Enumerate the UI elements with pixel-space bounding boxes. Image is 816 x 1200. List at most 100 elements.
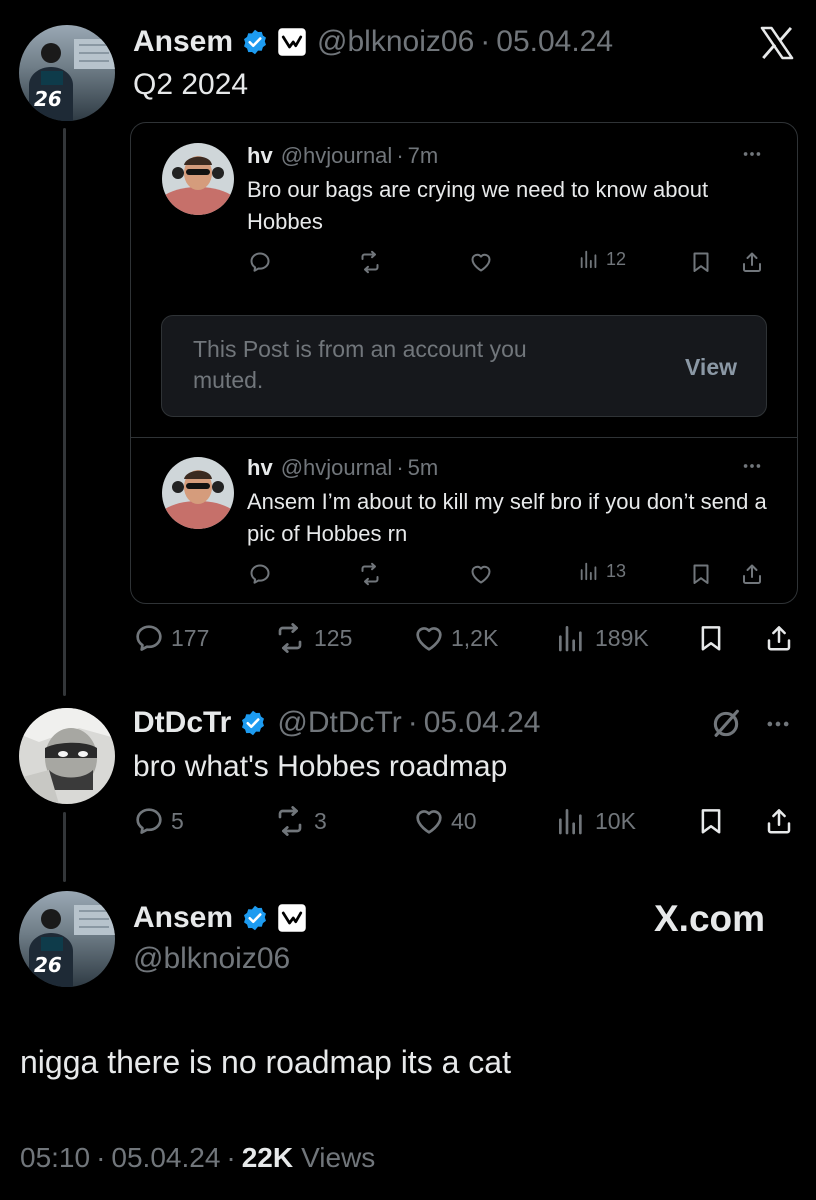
handle[interactable]: @hvjournal [281, 455, 393, 481]
views-count: 189K [595, 624, 649, 651]
display-name[interactable]: Ansem [133, 901, 233, 935]
views-label: Views [301, 1142, 376, 1173]
views-icon [578, 248, 600, 270]
like-icon [413, 805, 445, 837]
post-text: Q2 2024 [133, 68, 249, 101]
handle[interactable]: @blknoiz06 [133, 942, 290, 976]
x-logo-icon [758, 24, 796, 62]
views-count: 12 [606, 248, 627, 269]
bookmark-icon[interactable] [696, 805, 726, 837]
handle[interactable]: @DtDcTr [277, 706, 401, 740]
more-icon[interactable] [741, 143, 763, 165]
repost-icon [272, 805, 308, 837]
views-count: 13 [606, 560, 627, 581]
thread-line [63, 812, 66, 882]
post-header: Ansem @blknoiz06 · 05.04.24 [133, 22, 613, 62]
display-name[interactable]: hv [247, 143, 273, 169]
handle[interactable]: @blknoiz06 [317, 25, 474, 59]
post-text: bro what's Hobbes roadmap [133, 750, 508, 783]
share-icon[interactable] [764, 622, 794, 654]
reply-button[interactable]: 177 [133, 622, 209, 654]
separator: · [480, 25, 491, 58]
separator: · [396, 143, 404, 168]
separator: · [96, 1142, 106, 1173]
reply-icon [133, 622, 165, 654]
like-count: 40 [451, 807, 477, 834]
post-time[interactable]: 5m [408, 455, 439, 481]
avatar[interactable] [162, 457, 234, 529]
share-icon[interactable] [740, 250, 764, 274]
post-header: DtDcTr @DtDcTr · 05.04.24 [133, 703, 540, 743]
views-count: 22K [241, 1142, 294, 1173]
repost-icon[interactable] [358, 562, 382, 586]
bookmark-icon[interactable] [689, 562, 713, 586]
like-button[interactable]: 40 [413, 805, 477, 837]
verified-badge-icon [241, 904, 269, 932]
quoted-header: hv @hvjournal · 5m [247, 454, 438, 482]
post-time[interactable]: 7m [408, 143, 439, 169]
like-count: 1,2K [451, 624, 499, 651]
post-date[interactable]: 05.04.24 [424, 706, 541, 740]
verified-badge-icon [241, 28, 269, 56]
display-name[interactable]: hv [247, 455, 273, 481]
quoted-text: Ansem I’m about to kill my self bro if y… [247, 489, 767, 546]
thread-line [63, 128, 66, 696]
views-button[interactable]: 12 [578, 248, 626, 270]
reply-icon[interactable] [248, 250, 272, 274]
like-icon [413, 622, 445, 654]
views-button[interactable]: 13 [578, 560, 626, 582]
views-button[interactable]: 10K [555, 805, 636, 837]
repost-button[interactable]: 3 [272, 805, 327, 837]
avatar[interactable] [19, 708, 115, 804]
x-com-watermark: X.com [654, 898, 766, 939]
verified-badge-icon [239, 709, 267, 737]
avatar-jersey-number: 26 [34, 953, 62, 977]
avatar[interactable] [162, 143, 234, 215]
quoted-header: hv @hvjournal · 7m [247, 142, 438, 170]
quoted-text: Bro our bags are crying we need to know … [247, 177, 709, 234]
post-date[interactable]: 05.04.24 [496, 25, 613, 59]
post-date[interactable]: 05.04.24 [111, 1142, 220, 1174]
mute-icon[interactable] [709, 707, 743, 741]
like-button[interactable]: 1,2K [413, 622, 498, 654]
view-muted-button[interactable]: View [685, 354, 737, 381]
bookmark-icon[interactable] [689, 250, 713, 274]
display-name[interactable]: Ansem [133, 25, 233, 59]
repost-icon[interactable] [358, 250, 382, 274]
reply-count: 5 [171, 807, 184, 834]
post-text: nigga there is no roadmap its a cat [20, 1044, 511, 1080]
repost-count: 3 [314, 807, 327, 834]
avatar-jersey-number: 26 [34, 87, 62, 111]
reply-icon[interactable] [248, 562, 272, 586]
like-icon[interactable] [469, 562, 493, 586]
separator: · [396, 455, 404, 480]
reply-count: 177 [171, 624, 210, 651]
muted-notice-text: This Post is from an account you muted. [193, 336, 527, 393]
display-name[interactable]: DtDcTr [133, 706, 231, 740]
divider [131, 437, 797, 438]
bookmark-icon[interactable] [696, 622, 726, 654]
post-time[interactable]: 05:10 [20, 1142, 90, 1174]
reply-button[interactable]: 5 [133, 805, 184, 837]
share-icon[interactable] [740, 562, 764, 586]
repost-count: 125 [314, 624, 353, 651]
more-icon[interactable] [741, 455, 763, 477]
views-count: 10K [595, 807, 636, 834]
views-icon [578, 560, 600, 582]
views-button[interactable]: 189K [555, 622, 649, 654]
separator: · [226, 1142, 236, 1173]
repost-icon [272, 622, 308, 654]
post-header: Ansem [133, 898, 307, 938]
handle[interactable]: @hvjournal [281, 143, 393, 169]
post-meta: 05:10 · 05.04.24 · 22K Views [20, 1142, 375, 1174]
views-icon [555, 622, 587, 654]
reply-icon [133, 805, 165, 837]
repost-button[interactable]: 125 [272, 622, 352, 654]
like-icon[interactable] [469, 250, 493, 274]
separator: · [407, 706, 418, 739]
affiliate-badge-icon[interactable] [277, 903, 307, 933]
views-icon [555, 805, 587, 837]
affiliate-badge-icon[interactable] [277, 27, 307, 57]
share-icon[interactable] [764, 805, 794, 837]
more-icon[interactable] [764, 710, 792, 738]
